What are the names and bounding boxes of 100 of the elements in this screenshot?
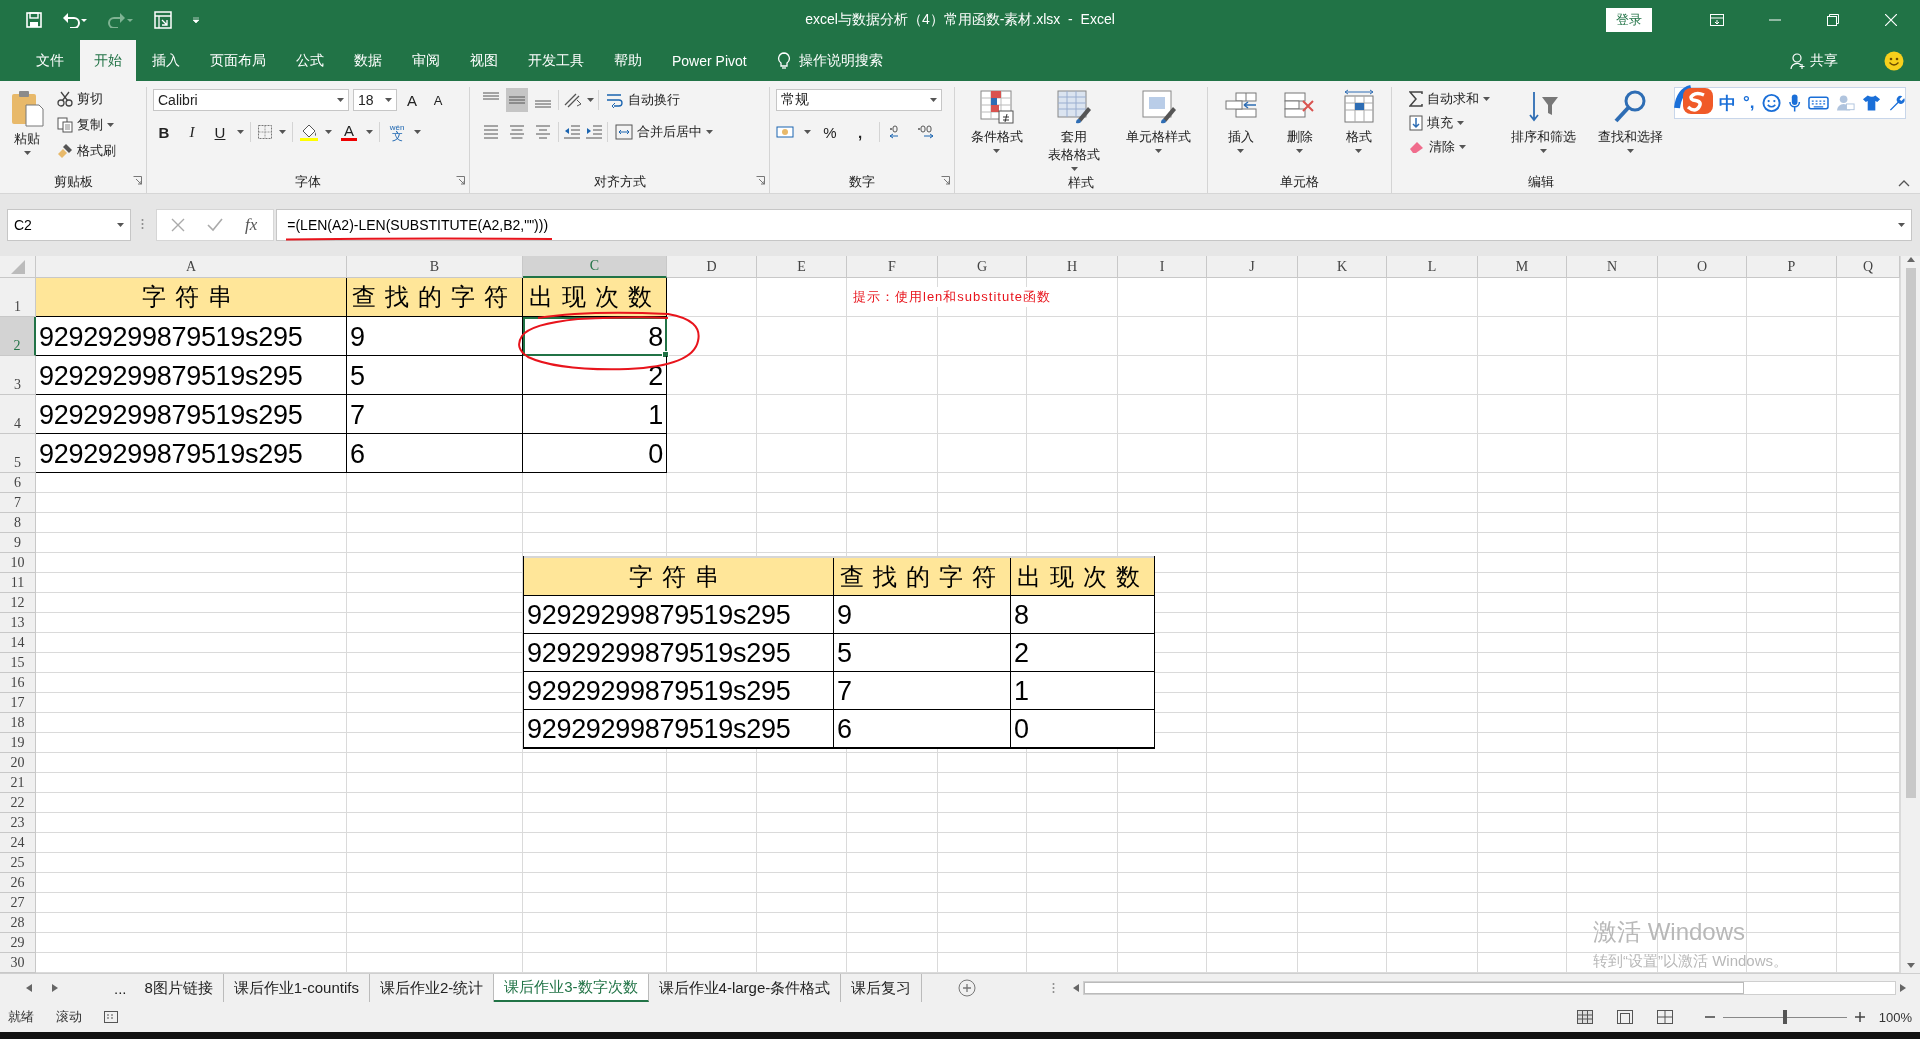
column-header[interactable]: G — [938, 256, 1027, 278]
font-color-button[interactable]: A — [338, 120, 360, 144]
caret-icon[interactable] — [1457, 121, 1464, 125]
zoom-level[interactable]: 100% — [1878, 1009, 1912, 1025]
shrink-font-button[interactable]: A — [427, 88, 449, 112]
menu-tab[interactable]: 页面布局 — [196, 40, 280, 81]
style-button[interactable]: 套用 表格格式 — [1044, 87, 1105, 173]
number-format-field[interactable]: 常规 — [776, 89, 942, 111]
row-header[interactable]: 28 — [0, 913, 36, 933]
caret-icon[interactable] — [1627, 149, 1634, 153]
row-header[interactable]: 6 — [0, 473, 36, 493]
more-sheets-button[interactable]: ... — [106, 974, 135, 1002]
caret-icon[interactable] — [366, 130, 373, 134]
column-header[interactable]: A — [36, 256, 347, 278]
scroll-right-icon[interactable] — [1900, 984, 1906, 992]
menu-tab[interactable]: 插入 — [138, 40, 194, 81]
caret-icon[interactable] — [1355, 149, 1362, 153]
column-header[interactable]: L — [1387, 256, 1478, 278]
row-header[interactable]: 12 — [0, 593, 36, 613]
cells-button[interactable]: 插入 — [1219, 87, 1262, 155]
copy-icon[interactable] — [57, 117, 73, 133]
row-header[interactable]: 13 — [0, 613, 36, 633]
fill-button[interactable]: 填充 — [1406, 111, 1493, 135]
decrease-indent-icon[interactable] — [563, 124, 581, 140]
cut-button[interactable]: 剪切 — [54, 87, 119, 111]
merge-center-button[interactable]: 合并后居中 — [612, 120, 716, 144]
row-header[interactable]: 14 — [0, 633, 36, 653]
menu-tab[interactable]: 视图 — [456, 40, 512, 81]
caret-icon[interactable] — [279, 130, 286, 134]
row-header[interactable]: 11 — [0, 573, 36, 593]
restore-icon[interactable] — [1827, 14, 1839, 26]
row-header[interactable]: 9 — [0, 533, 36, 553]
row-header[interactable]: 10 — [0, 553, 36, 573]
decrease-decimal-icon[interactable] — [916, 124, 936, 140]
cells-button[interactable]: 格式 — [1337, 87, 1380, 155]
splitter-icon[interactable] — [1052, 982, 1056, 994]
font-size-field[interactable]: 18 — [353, 89, 397, 111]
column-header[interactable]: P — [1747, 256, 1837, 278]
ime-mode[interactable]: 中 — [1719, 91, 1736, 115]
save-icon[interactable] — [26, 12, 42, 28]
undo-icon[interactable] — [62, 12, 88, 28]
close-icon[interactable] — [1885, 14, 1897, 26]
caret-icon[interactable] — [804, 130, 811, 134]
find-select-button[interactable]: 查找和选择 — [1594, 87, 1667, 155]
caret-icon[interactable] — [337, 98, 344, 102]
menu-tab[interactable]: 数据 — [340, 40, 396, 81]
caret-icon[interactable] — [325, 130, 332, 134]
dialog-launcher-icon[interactable] — [941, 176, 950, 185]
microphone-icon[interactable] — [1787, 93, 1801, 113]
smiley-icon[interactable] — [1884, 50, 1904, 71]
menu-tab[interactable]: Power Pivot — [658, 40, 761, 81]
row-header[interactable]: 19 — [0, 733, 36, 753]
caret-icon[interactable] — [1296, 149, 1303, 153]
format-painter-button[interactable]: 格式刷 — [54, 139, 119, 163]
caret-icon[interactable] — [237, 130, 244, 134]
check-icon[interactable] — [207, 218, 223, 232]
row-header[interactable]: 15 — [0, 653, 36, 673]
wrap-text-button[interactable]: 自动换行 — [603, 88, 683, 112]
menu-tab[interactable]: 文件 — [22, 40, 78, 81]
menu-tab[interactable]: 开发工具 — [514, 40, 598, 81]
add-sheet-icon[interactable] — [958, 979, 977, 997]
normal-view-icon[interactable] — [1576, 1010, 1593, 1024]
collapse-ribbon-icon[interactable] — [1898, 180, 1910, 187]
search-hint[interactable]: 操作说明搜索 — [798, 51, 883, 70]
sheet-tab[interactable]: 课后作业3-数字次数 — [494, 974, 649, 1002]
paintbrush-icon[interactable] — [57, 143, 73, 159]
caret-icon[interactable] — [1898, 223, 1905, 227]
column-header[interactable]: Q — [1837, 256, 1900, 278]
font-name-field[interactable]: Calibri — [153, 89, 349, 111]
copy-button[interactable]: 复制 — [54, 113, 119, 137]
customize-caret-icon[interactable] — [192, 16, 200, 24]
row-header[interactable]: 30 — [0, 953, 36, 973]
lightbulb-icon[interactable] — [776, 51, 791, 70]
caret-icon[interactable] — [107, 123, 114, 127]
comma-button[interactable]: , — [849, 120, 871, 144]
scrollbar-thumb[interactable] — [1905, 268, 1916, 798]
row-header[interactable]: 26 — [0, 873, 36, 893]
row-header[interactable]: 29 — [0, 933, 36, 953]
row-header[interactable]: 3 — [0, 356, 36, 395]
caret-icon[interactable] — [1459, 145, 1466, 149]
login-button[interactable]: 登录 — [1606, 8, 1652, 32]
caret-icon[interactable] — [23, 151, 31, 155]
caret-icon[interactable] — [1540, 149, 1547, 153]
column-header[interactable]: N — [1567, 256, 1658, 278]
page-break-icon[interactable] — [1656, 1010, 1673, 1024]
row-header[interactable]: 8 — [0, 513, 36, 533]
caret-icon[interactable] — [930, 98, 937, 102]
underline-button[interactable]: U — [209, 120, 231, 144]
column-header[interactable]: J — [1207, 256, 1298, 278]
page-layout-icon[interactable] — [1616, 1010, 1633, 1024]
autosum-button[interactable]: 自动求和 — [1406, 87, 1493, 111]
row-header[interactable]: 1 — [0, 278, 36, 317]
row-header[interactable]: 5 — [0, 434, 36, 473]
phonetic-button[interactable]: wén 文 — [386, 120, 408, 144]
ribbon-display-icon[interactable] — [1710, 14, 1724, 26]
caret-icon[interactable] — [385, 98, 392, 102]
row-header[interactable]: 4 — [0, 395, 36, 434]
row-header[interactable]: 2 — [0, 317, 36, 356]
column-header[interactable]: B — [347, 256, 523, 278]
row-header[interactable]: 21 — [0, 773, 36, 793]
